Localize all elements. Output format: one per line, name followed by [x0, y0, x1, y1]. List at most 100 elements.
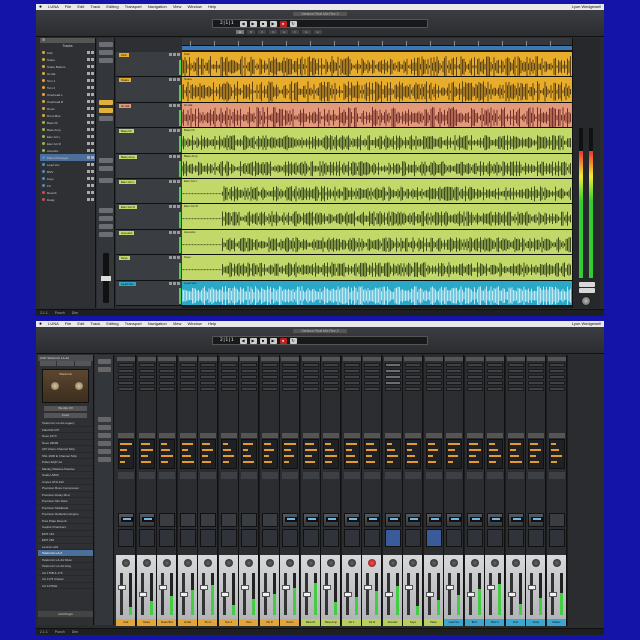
- insert-slot[interactable]: [405, 363, 421, 367]
- insert-slot[interactable]: [200, 387, 216, 391]
- visibility-icon[interactable]: [87, 86, 90, 89]
- record-arm-icon[interactable]: [91, 79, 94, 82]
- pan-control[interactable]: [241, 472, 257, 479]
- insert-slot[interactable]: [466, 363, 483, 367]
- plugin-insert[interactable]: [138, 513, 155, 527]
- gain-knob[interactable]: [532, 559, 540, 567]
- insert-slot[interactable]: [528, 363, 544, 367]
- pan-control[interactable]: [446, 472, 462, 479]
- channel-name[interactable]: Bass Amp: [321, 619, 340, 626]
- plugin-insert[interactable]: [487, 513, 503, 527]
- inspector-button[interactable]: [99, 224, 113, 229]
- record-arm-button[interactable]: [177, 129, 180, 133]
- record-arm-icon[interactable]: [91, 58, 94, 61]
- tracklist-item[interactable]: Overhead L: [40, 91, 95, 98]
- track-header[interactable]: Bass DI: [116, 128, 182, 154]
- channel-input-selector[interactable]: [527, 357, 545, 361]
- plugin-insert-2[interactable]: [528, 529, 544, 547]
- insert-button[interactable]: Insert: [44, 413, 87, 418]
- time-counter[interactable]: 2|1|1: [217, 338, 237, 343]
- menu-item-edit[interactable]: Edit: [77, 321, 84, 326]
- insert-slot[interactable]: [138, 369, 155, 373]
- plugin-insert[interactable]: [466, 513, 483, 527]
- visibility-icon[interactable]: [87, 177, 90, 180]
- channel-input-selector[interactable]: [322, 357, 340, 361]
- channel-name[interactable]: Snare: [136, 619, 156, 626]
- channel-name[interactable]: Bass DI: [300, 619, 320, 626]
- menu-item-track[interactable]: Track: [90, 321, 100, 326]
- send-levels[interactable]: [241, 439, 257, 469]
- insert-slot[interactable]: [364, 387, 380, 391]
- record-arm-icon[interactable]: [91, 93, 94, 96]
- insert-slot[interactable]: [261, 369, 278, 373]
- preset-list-item[interactable]: UA 1176AE: [38, 583, 93, 589]
- mute-button[interactable]: [169, 53, 172, 56]
- inspector-button[interactable]: [99, 42, 113, 47]
- tracklist-item[interactable]: Elec Gtr L: [40, 133, 95, 140]
- status-punch[interactable]: Punch: [55, 630, 65, 634]
- insert-slot[interactable]: [405, 387, 421, 391]
- insert-slot[interactable]: [220, 381, 237, 385]
- insert-slot[interactable]: [159, 375, 175, 379]
- channel-input-selector[interactable]: [158, 357, 176, 361]
- insert-slot[interactable]: [302, 369, 319, 373]
- record-arm-icon[interactable]: [91, 184, 94, 187]
- track-header[interactable]: Snare: [116, 77, 182, 103]
- insert-slot[interactable]: [323, 387, 339, 391]
- insert-slot[interactable]: [159, 381, 175, 385]
- insert-slot[interactable]: [548, 387, 565, 391]
- channel-name[interactable]: BGV 2: [485, 619, 504, 626]
- solo-button[interactable]: [173, 230, 176, 234]
- menu-item-window[interactable]: Window: [188, 4, 202, 9]
- forward-button[interactable]: ▶: [249, 20, 257, 27]
- insert-slot[interactable]: [343, 369, 360, 373]
- pan-control[interactable]: [425, 472, 442, 479]
- monitor-volume-knob[interactable]: [581, 296, 591, 306]
- tracklist-item[interactable]: Delay: [40, 196, 95, 203]
- fader-handle[interactable]: [384, 592, 393, 597]
- fader-track[interactable]: [530, 573, 533, 615]
- record-arm-icon[interactable]: [91, 191, 94, 194]
- fader-handle[interactable]: [487, 585, 495, 590]
- channel-input-selector[interactable]: [506, 357, 525, 361]
- inspector-button[interactable]: [99, 208, 113, 213]
- plugin-insert[interactable]: [200, 513, 216, 527]
- insert-slot[interactable]: [200, 375, 216, 379]
- inspector-button[interactable]: [99, 166, 113, 171]
- pan-control[interactable]: [323, 472, 339, 479]
- record-arm-icon[interactable]: [91, 198, 94, 201]
- tracklist-item[interactable]: Lead Vox: [40, 161, 95, 168]
- fader-track[interactable]: [325, 573, 328, 615]
- fader-track[interactable]: [161, 573, 164, 615]
- menu-item-track[interactable]: Track: [90, 4, 100, 9]
- pan-control[interactable]: [364, 472, 380, 479]
- record-arm-button[interactable]: [177, 103, 180, 107]
- insert-slot[interactable]: [118, 369, 134, 373]
- insert-slot[interactable]: [282, 381, 298, 385]
- plugin-insert-2[interactable]: [200, 529, 216, 547]
- pan-control[interactable]: [548, 472, 565, 479]
- stop-button[interactable]: ■: [259, 20, 267, 27]
- insert-slot[interactable]: [528, 375, 544, 379]
- loop-region[interactable]: [182, 46, 572, 50]
- channel-name[interactable]: Master: [546, 619, 566, 626]
- fader-track[interactable]: [448, 573, 451, 615]
- channel-output-selector[interactable]: [323, 433, 339, 438]
- plugin-insert-2[interactable]: [138, 529, 155, 547]
- insert-slot[interactable]: [159, 363, 175, 367]
- loop-button[interactable]: ↻: [289, 20, 297, 27]
- channel-output-selector[interactable]: [507, 433, 524, 438]
- insert-slot[interactable]: [507, 387, 524, 391]
- channel-output-selector[interactable]: [220, 433, 237, 438]
- gain-knob[interactable]: [142, 559, 151, 567]
- record-arm-button[interactable]: [177, 205, 180, 209]
- tracklist-item[interactable]: Drum Bus: [40, 112, 95, 119]
- insert-slot[interactable]: [323, 369, 339, 373]
- channel-input-selector[interactable]: [424, 357, 443, 361]
- timeline-area[interactable]: Kick Snare Hi Hat Bass DI Bass Amp Elec Gtr L…: [182, 38, 572, 308]
- insert-slot[interactable]: [282, 363, 298, 367]
- timeline-ruler[interactable]: [182, 38, 572, 46]
- audio-region[interactable]: Bass Amp: [182, 153, 572, 179]
- channel-name[interactable]: Acoustic: [382, 619, 402, 626]
- channel-name[interactable]: OH L: [239, 619, 258, 626]
